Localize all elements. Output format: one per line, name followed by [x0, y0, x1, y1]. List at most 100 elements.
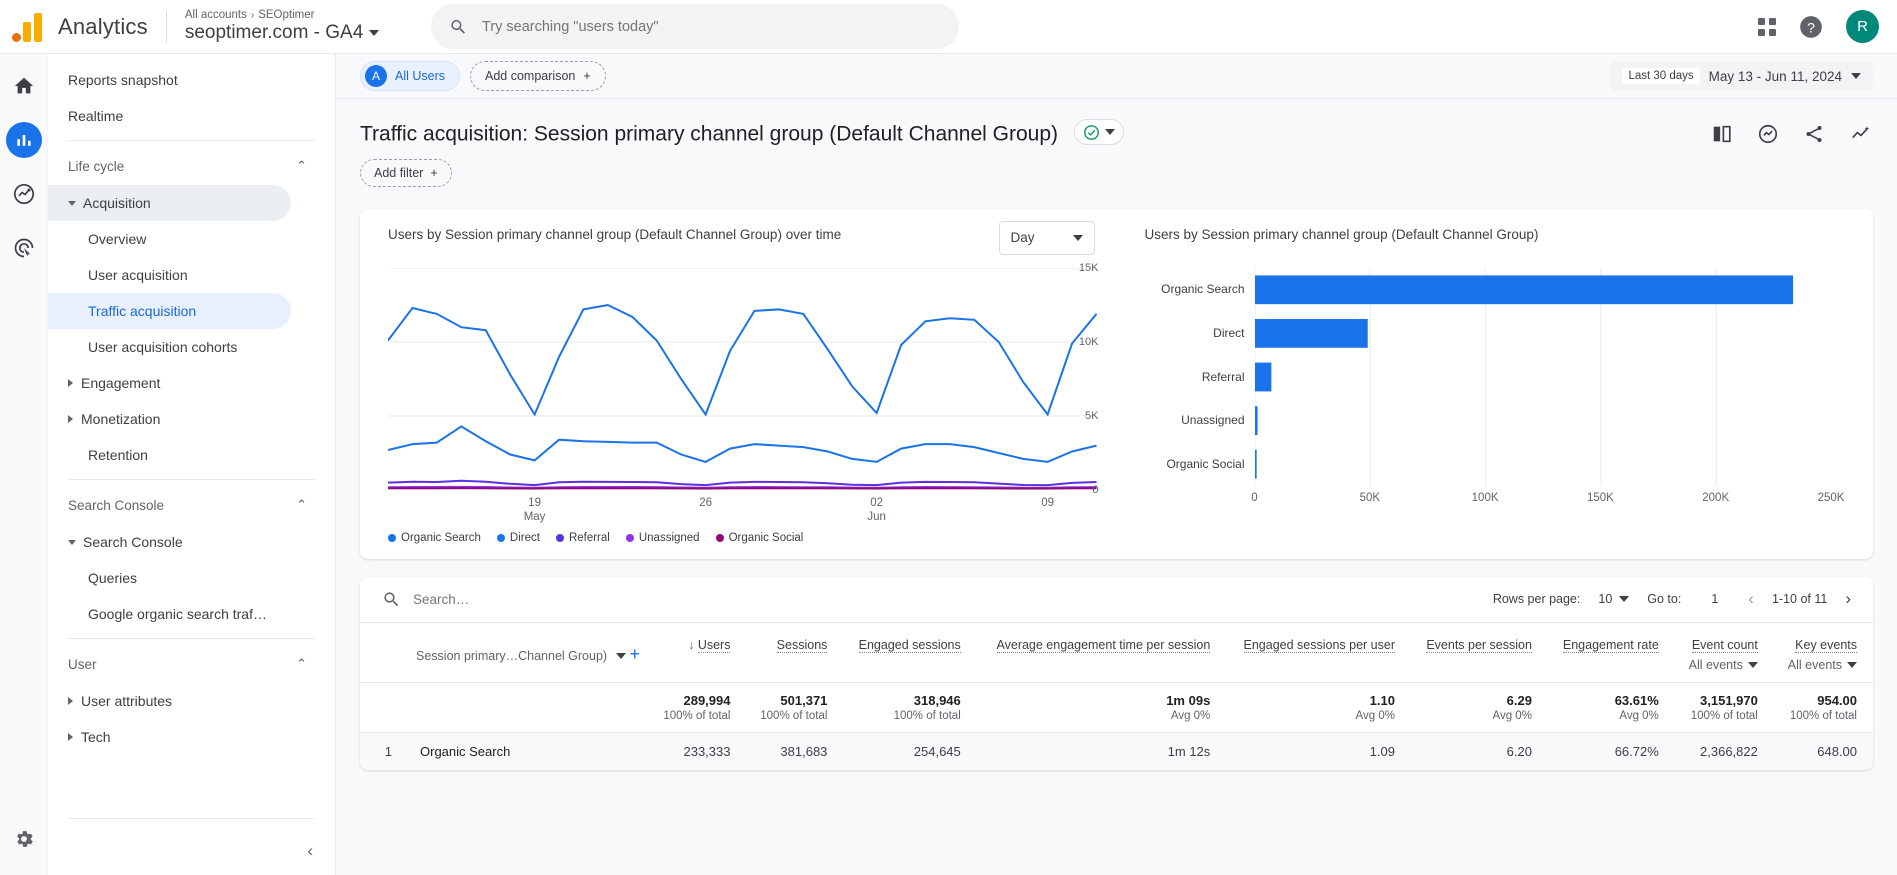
legend-item[interactable]: Organic Search	[388, 532, 481, 544]
totals-value: 954.00	[1784, 693, 1857, 708]
row-dimension[interactable]: Organic Search	[406, 732, 650, 770]
bar-category-label: Direct	[1213, 326, 1244, 340]
rail-reports-button[interactable]	[6, 122, 42, 158]
sidebar-item-label: Search Console	[83, 534, 183, 550]
header-engaged-sessions-per-user[interactable]: Engaged sessions per user	[1226, 623, 1411, 683]
breadcrumb-account[interactable]: SEOptimer	[258, 9, 314, 21]
row-cell: 1m 12s	[977, 732, 1227, 770]
dimension-selector[interactable]: Session primary…Channel Group)	[416, 649, 626, 663]
chevron-up-icon: ⌃	[296, 656, 307, 672]
totals-sub: Avg 0%	[987, 710, 1211, 722]
prev-page-button[interactable]: ‹	[1748, 589, 1754, 609]
sidebar-section-user[interactable]: User ⌃	[48, 645, 335, 683]
compare-panels-icon[interactable]	[1711, 123, 1733, 145]
bar-x-tick: 150K	[1587, 492, 1614, 504]
sidebar-item-overview[interactable]: Overview	[48, 221, 291, 257]
global-search[interactable]	[431, 4, 959, 49]
search-icon	[382, 590, 401, 609]
totals-value: 1m 09s	[987, 693, 1211, 708]
help-icon[interactable]: ?	[1798, 14, 1824, 40]
sidebar-item-search-console[interactable]: Search Console	[48, 524, 291, 560]
bar-x-tick: 200K	[1702, 492, 1729, 504]
header-key-events[interactable]: Key events All events	[1774, 623, 1873, 683]
header-users[interactable]: ↓ Users	[650, 623, 747, 683]
rail-advertising-button[interactable]	[6, 230, 42, 266]
rail-home-button[interactable]	[6, 68, 42, 104]
legend-item[interactable]: Direct	[497, 532, 540, 544]
table-row[interactable]: 1Organic Search233,333381,683254,6451m 1…	[360, 732, 1873, 770]
row-cell: 1.09	[1226, 732, 1411, 770]
sidebar-item-traffic-acquisition[interactable]: Traffic acquisition	[48, 293, 291, 329]
rail-admin-button[interactable]	[6, 821, 42, 857]
header-event-count[interactable]: Event count All events	[1675, 623, 1774, 683]
sidebar-item-retention[interactable]: Retention	[48, 437, 291, 473]
add-comparison-label: Add comparison	[485, 69, 575, 83]
date-range-selector[interactable]: Last 30 days May 13 - Jun 11, 2024	[1610, 61, 1873, 91]
sidebar-item-engagement[interactable]: Engagement	[48, 365, 291, 401]
sidebar-item-label: Queries	[88, 570, 137, 586]
header-sessions[interactable]: Sessions	[746, 623, 843, 683]
sidebar-item-label: Realtime	[68, 108, 123, 124]
next-page-button[interactable]: ›	[1845, 589, 1851, 609]
add-dimension-button[interactable]: +	[630, 644, 641, 664]
row-cell: 254,645	[843, 732, 976, 770]
share-icon[interactable]	[1803, 123, 1825, 145]
sidebar-section-life-cycle[interactable]: Life cycle ⌃	[48, 147, 335, 185]
avatar[interactable]: R	[1846, 10, 1879, 43]
bar-x-tick: 50K	[1360, 492, 1380, 504]
header-events-per-session[interactable]: Events per session	[1411, 623, 1548, 683]
add-comparison-button[interactable]: Add comparison +	[470, 61, 606, 91]
sidebar-item-user-acquisition[interactable]: User acquisition	[48, 257, 291, 293]
collapse-sidebar-button[interactable]: ‹	[307, 841, 313, 861]
sidebar-item-label: Acquisition	[83, 195, 151, 211]
line-y-tick: 5K	[1085, 410, 1098, 422]
sidebar-item-queries[interactable]: Queries	[48, 560, 291, 596]
sidebar-item-reports-snapshot[interactable]: Reports snapshot	[48, 62, 291, 98]
event-count-filter-label: All events	[1689, 658, 1743, 672]
data-quality-badge[interactable]	[1074, 119, 1124, 145]
sidebar-section-search-console[interactable]: Search Console ⌃	[48, 486, 335, 524]
sidebar-item-monetization[interactable]: Monetization	[48, 401, 291, 437]
breadcrumb-all-accounts[interactable]: All accounts	[185, 9, 247, 21]
account-selector[interactable]: All accounts › SEOptimer seoptimer.com -…	[185, 9, 379, 44]
granularity-selector[interactable]: Day	[999, 221, 1095, 255]
sidebar-item-acquisition[interactable]: Acquisition	[48, 185, 291, 221]
legend-item[interactable]: Referral	[556, 532, 610, 544]
sidebar-item-label: Engagement	[81, 375, 160, 391]
insights-icon[interactable]	[1757, 123, 1779, 145]
legend-dot	[626, 534, 634, 542]
search-input[interactable]	[482, 19, 941, 35]
header-avg-engagement-time[interactable]: Average engagement time per session	[977, 623, 1227, 683]
line-y-tick: 15K	[1079, 262, 1099, 274]
table-search-input[interactable]	[413, 592, 833, 607]
bar-category-label: Organic Search	[1161, 282, 1244, 296]
sidebar-item-google-organic-search-traffic[interactable]: Google organic search traf…	[48, 596, 291, 632]
totals-value: 318,946	[853, 693, 960, 708]
sidebar-item-user-acquisition-cohorts[interactable]: User acquisition cohorts	[48, 329, 291, 365]
sidebar-item-user-attributes[interactable]: User attributes	[48, 683, 291, 719]
sidebar-item-tech[interactable]: Tech	[48, 719, 291, 755]
chevron-up-icon: ⌃	[296, 497, 307, 513]
totals-sub: 100% of total	[1685, 710, 1758, 722]
rail-explore-button[interactable]	[6, 176, 42, 212]
date-range-label: May 13 - Jun 11, 2024	[1709, 69, 1842, 84]
apps-grid-icon[interactable]	[1758, 18, 1776, 36]
rows-per-page-select[interactable]: 10	[1598, 592, 1629, 606]
key-events-filter[interactable]: All events	[1784, 658, 1857, 672]
legend-item[interactable]: Unassigned	[626, 532, 700, 544]
sidebar-item-realtime[interactable]: Realtime	[48, 98, 291, 134]
add-filter-button[interactable]: Add filter +	[360, 159, 452, 187]
goto-input[interactable]: 1	[1699, 592, 1730, 606]
line-chart-title: Users by Session primary channel group (…	[388, 227, 1097, 242]
insights-sparkle-icon[interactable]	[1849, 123, 1873, 145]
property-name[interactable]: seoptimer.com - GA4	[185, 22, 379, 44]
header-engaged-sessions[interactable]: Engaged sessions	[843, 623, 976, 683]
all-users-chip[interactable]: A All Users	[360, 61, 460, 91]
chevron-down-icon	[369, 30, 379, 36]
header-engagement-rate[interactable]: Engagement rate	[1548, 623, 1675, 683]
event-count-filter[interactable]: All events	[1685, 658, 1758, 672]
chevron-down-icon	[616, 653, 626, 659]
legend-item[interactable]: Organic Social	[716, 532, 804, 544]
gear-icon	[13, 828, 35, 850]
comparison-bar: A All Users Add comparison + Last 30 day…	[336, 54, 1897, 99]
